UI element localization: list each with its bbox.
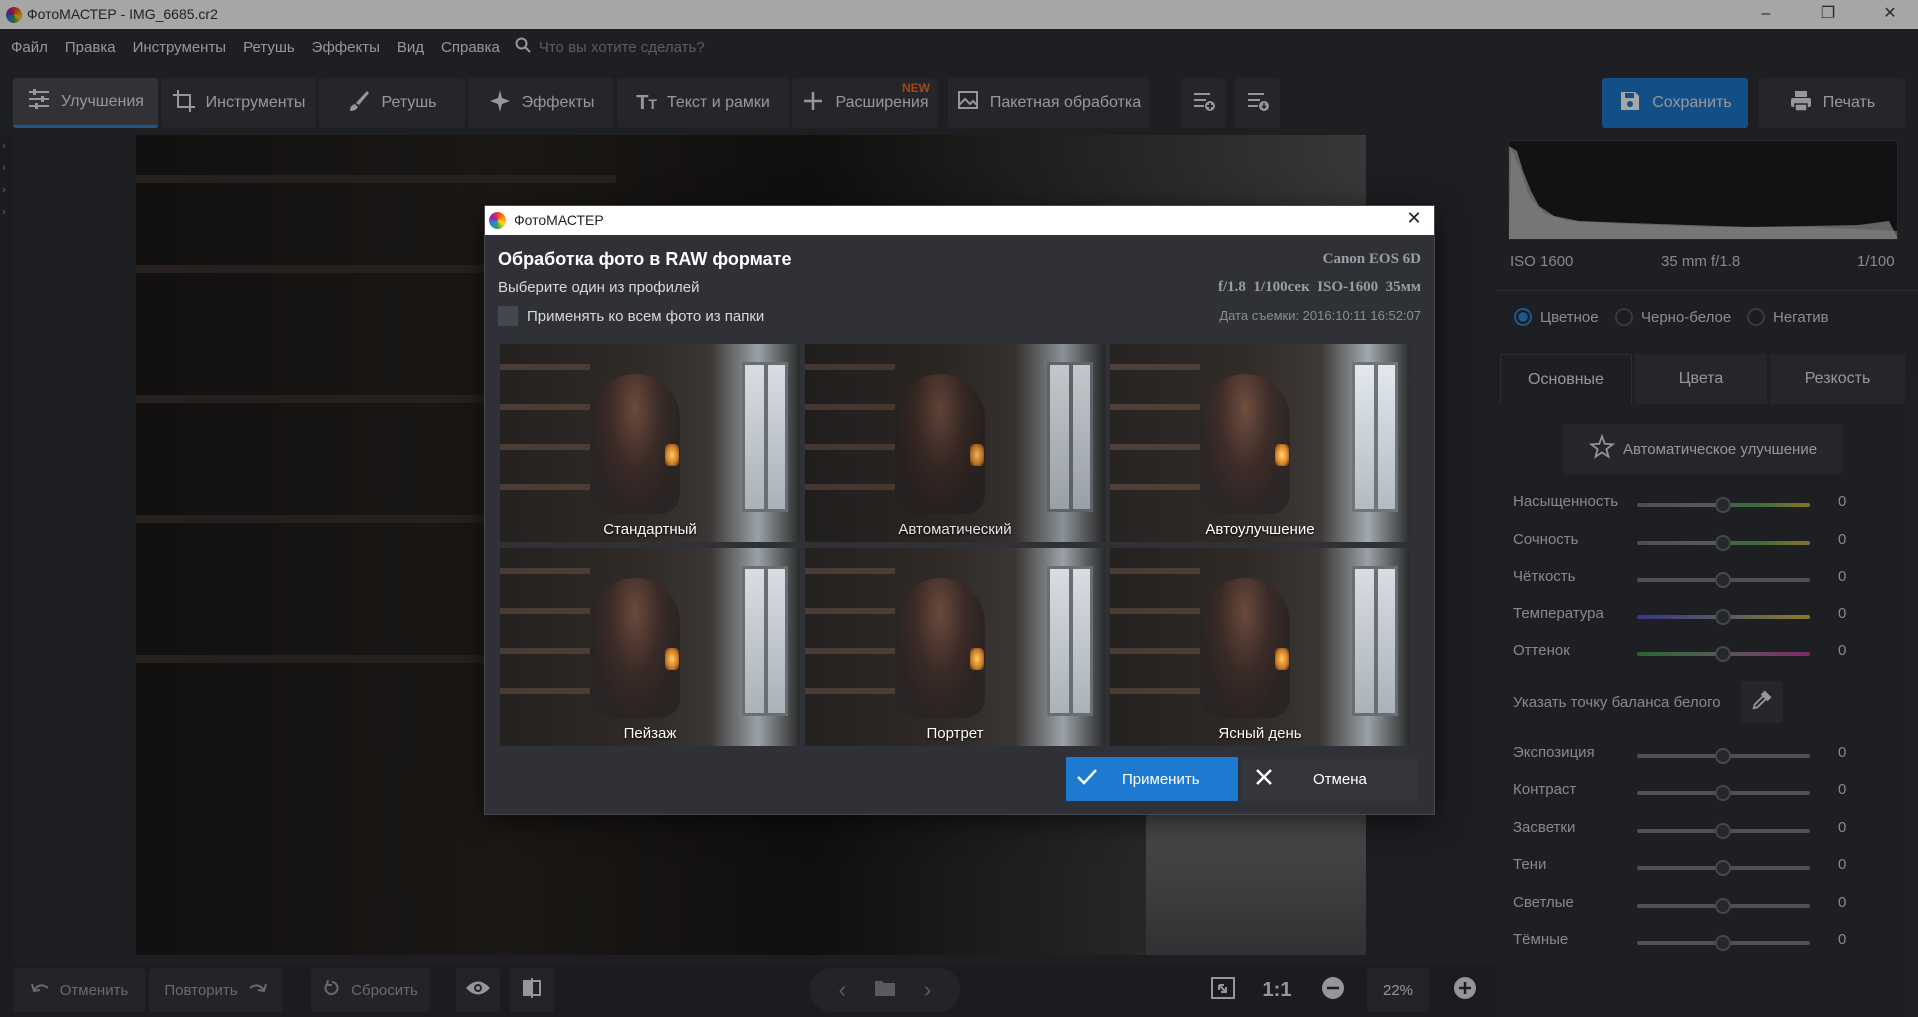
profile-clear-day[interactable]: Ясный день <box>1110 548 1410 746</box>
profile-clear-day-label: Ясный день <box>1218 725 1302 742</box>
apply-all-label: Применять ко всем фото из папки <box>527 307 765 325</box>
apply-label: Применить <box>1122 770 1200 788</box>
camera-model: Canon EOS 6D <box>1322 251 1421 267</box>
profile-standard-label: Стандартный <box>603 521 697 538</box>
profile-landscape-label: Пейзаж <box>623 725 677 742</box>
profile-landscape[interactable]: Пейзаж <box>500 548 800 746</box>
dialog-title-bar: ФотоМАСТЕР ✕ <box>485 206 1434 235</box>
profile-automatic[interactable]: Автоматический <box>805 344 1105 542</box>
dialog-subtitle: Выберите один из профилей <box>498 279 700 296</box>
dialog-heading: Обработка фото в RAW формате <box>498 249 792 269</box>
apply-all-checkbox[interactable] <box>498 306 518 326</box>
apply-button[interactable]: Применить <box>1066 757 1238 801</box>
profile-standard[interactable]: Стандартный <box>500 344 800 542</box>
close-icon <box>1255 768 1273 790</box>
raw-processing-dialog: ФотоМАСТЕР ✕ Обработка фото в RAW формат… <box>484 205 1435 815</box>
dialog-logo-icon <box>489 212 506 229</box>
exposure-info: f/1.8 1/100сек ISO-1600 35мм <box>1218 279 1421 295</box>
dialog-title: ФотоМАСТЕР <box>514 212 604 228</box>
apply-all-option[interactable]: Применять ко всем фото из папки <box>498 306 764 326</box>
check-icon <box>1076 768 1098 790</box>
profile-portrait-label: Портрет <box>926 725 984 742</box>
profile-portrait[interactable]: Портрет <box>805 548 1105 746</box>
profile-auto-enhance[interactable]: Автоулучшение <box>1110 344 1410 542</box>
profile-auto-enhance-label: Автоулучшение <box>1205 521 1315 538</box>
dialog-close-button[interactable]: ✕ <box>1399 208 1429 232</box>
cancel-label: Отмена <box>1313 770 1367 788</box>
profile-automatic-label: Автоматический <box>898 521 1012 538</box>
cancel-button[interactable]: Отмена <box>1241 757 1417 801</box>
shot-date: Дата съемки: 2016:10:11 16:52:07 <box>1219 308 1421 323</box>
